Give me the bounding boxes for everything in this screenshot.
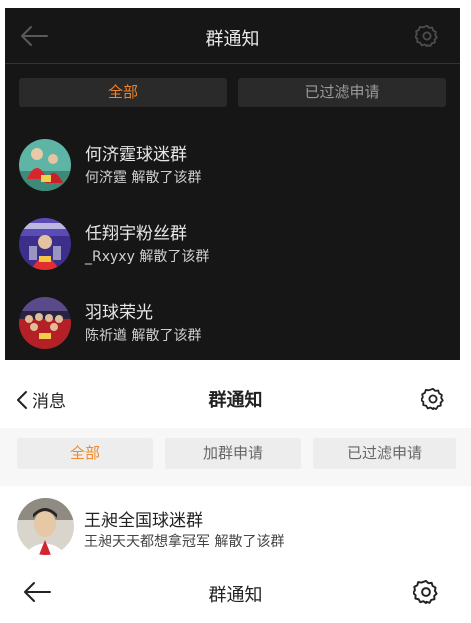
- light-group-notifications-screen: 消息 群通知 全部 加群申请 已过滤申请 王昶全国球迷群 王昶天天都想拿冠军 解…: [0, 362, 471, 562]
- notification-text: 陈祈遒 解散了该群: [85, 325, 201, 345]
- list-item[interactable]: 何济霆球迷群 何济霆 解散了该群: [5, 132, 460, 202]
- page-title: 群通知: [205, 29, 260, 50]
- action-text: 解散了该群: [131, 328, 202, 344]
- tab-join-requests[interactable]: 加群申请: [165, 438, 301, 469]
- tab-filtered-requests[interactable]: 已过滤申请: [238, 78, 446, 107]
- actor-name: 陈祈遒: [85, 328, 127, 344]
- dark-group-notifications-screen: 群通知 全部 已过滤申请 何济霆球迷群 何济霆 解散了该群 任翔宇粉丝群 _Rx…: [5, 8, 460, 360]
- action-text: 解散了该群: [131, 170, 202, 186]
- notification-text: _Rxyxy 解散了该群: [85, 246, 209, 266]
- gear-icon[interactable]: [413, 579, 439, 605]
- list-item[interactable]: 羽球荣光 陈祈遒 解散了该群: [5, 290, 460, 360]
- actor-name: 王昶天天都想拿冠军: [84, 534, 210, 550]
- tab-all[interactable]: 全部: [17, 438, 153, 469]
- group-name: 羽球荣光: [85, 303, 153, 323]
- gear-icon[interactable]: [421, 387, 445, 411]
- header-divider: [5, 63, 460, 64]
- tab-all[interactable]: 全部: [19, 78, 227, 107]
- group-avatar: [17, 498, 74, 555]
- actor-name: _Rxyxy: [85, 249, 135, 265]
- actor-name: 何济霆: [85, 170, 127, 186]
- group-avatar: [19, 139, 71, 191]
- action-text: 解散了该群: [214, 534, 285, 550]
- group-name: 何济霆球迷群: [85, 145, 187, 165]
- dark-header: 群通知: [5, 8, 460, 63]
- page-title: 群通知: [208, 390, 263, 411]
- gear-icon[interactable]: [415, 24, 439, 48]
- group-name: 王昶全国球迷群: [84, 511, 203, 531]
- tab-filtered-requests[interactable]: 已过滤申请: [313, 438, 456, 469]
- list-item[interactable]: 任翔宇粉丝群 _Rxyxy 解散了该群: [5, 211, 460, 281]
- page-title: 群通知: [208, 585, 263, 606]
- action-text: 解散了该群: [139, 249, 210, 265]
- group-name: 任翔宇粉丝群: [85, 224, 187, 244]
- group-avatar: [19, 297, 71, 349]
- light-header-screen: 群通知: [0, 562, 471, 623]
- notification-text: 何济霆 解散了该群: [85, 167, 201, 187]
- group-avatar: [19, 218, 71, 270]
- list-item[interactable]: 王昶全国球迷群 王昶天天都想拿冠军 解散了该群: [0, 496, 471, 562]
- notification-text: 王昶天天都想拿冠军 解散了该群: [84, 531, 284, 551]
